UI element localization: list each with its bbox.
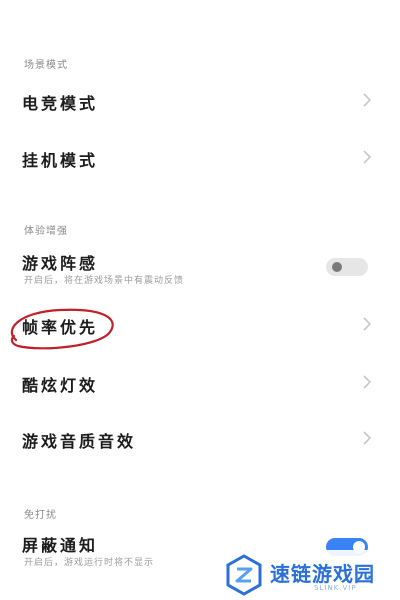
- row-subtitle-game-vibration: 开启后，将在游戏场景中有震动反馈: [24, 276, 185, 286]
- row-title-block-notifications: 屏蔽通知: [22, 536, 99, 555]
- row-title-esports: 电竞模式: [22, 94, 99, 113]
- row-title-game-vibration: 游戏阵感: [22, 254, 99, 273]
- row-subtitle-block-notifications: 开启后，游戏运行时将不显示: [24, 558, 155, 568]
- watermark-subtext: SLINK.VIP: [314, 584, 357, 592]
- section-header-scene: 场景模式: [24, 60, 68, 71]
- row-esports-mode[interactable]: 电竞模式: [0, 76, 400, 124]
- watermark: 速链游戏园 SLINK.VIP: [218, 550, 400, 600]
- section-header-experience: 体验增强: [24, 226, 68, 237]
- chevron-right-icon: [363, 93, 372, 107]
- chevron-right-icon: [363, 150, 372, 164]
- chevron-right-icon: [363, 317, 372, 331]
- watermark-text: 速链游戏园: [270, 562, 375, 586]
- toggle-knob: [332, 262, 342, 272]
- row-breathing-light[interactable]: 酷炫灯效: [0, 358, 400, 406]
- row-title-breathing-light: 酷炫灯效: [22, 376, 99, 395]
- row-title-afk: 挂机模式: [22, 151, 99, 170]
- game-vibration-toggle[interactable]: [326, 258, 368, 276]
- watermark-logo-icon: [226, 554, 262, 596]
- row-title-game-sound: 游戏音质音效: [22, 432, 137, 451]
- row-game-vibration[interactable]: 游戏阵感 开启后，将在游戏场景中有震动反馈: [0, 236, 400, 290]
- chevron-right-icon: [363, 431, 372, 445]
- chevron-right-icon: [363, 375, 372, 389]
- red-circle-annotation: [10, 308, 114, 350]
- row-afk-mode[interactable]: 挂机模式: [0, 133, 400, 181]
- row-game-sound[interactable]: 游戏音质音效: [0, 414, 400, 462]
